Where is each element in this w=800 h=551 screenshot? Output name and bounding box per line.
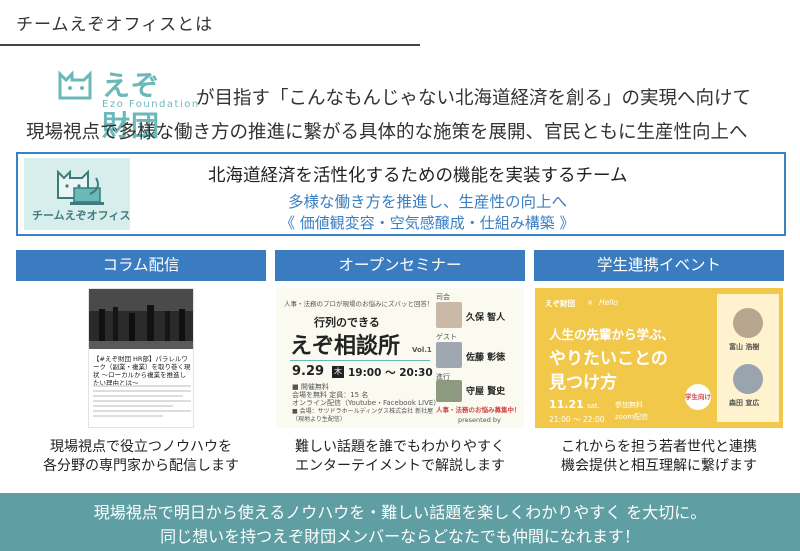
flyer-weekday: 木: [332, 366, 344, 378]
team-summary-box: チームえぞオフィス 北海道経済を活性化するための機能を実装するチーム 多様な働き…: [16, 152, 786, 236]
crowd-photo: [89, 289, 193, 349]
footer-banner: 現場視点で明日から使えるノウハウを・難しい話題を楽しくわかりやすく を大切に。 …: [0, 493, 800, 551]
seminar-flyer: 人事・法務のプロが現場のお悩みにズバッと回答！ 行列のできる えぞ相談所 Vol…: [276, 288, 524, 428]
flyer-fee: 参加無料: [615, 401, 643, 409]
flyer-brand: えぞ財団: [545, 299, 575, 308]
student-badge: 学生向け: [685, 384, 711, 410]
student-event-description: これからを担う若者世代と連携 機会提供と相互理解に繋げます: [534, 438, 784, 476]
team-title: 北海道経済を活性化するための機能を実装するチーム: [208, 166, 628, 186]
description-line-2: 機会提供と相互理解に繋げます: [561, 458, 757, 474]
speaker-name: 久保 智人: [466, 313, 506, 323]
column-description: 現場視点で役立つノウハウを 各分野の専門家から配信します: [16, 438, 266, 476]
flyer-date: 11.21: [549, 398, 584, 411]
cat-logo-icon: [58, 70, 92, 100]
flyer-line-2: やりたいことの: [549, 349, 668, 369]
intro-line-1: が目指す「こんなもんじゃない北海道経済を創る」の実現へ向けて: [196, 88, 752, 109]
text-line: [93, 385, 191, 387]
slide: チームえぞオフィスとは えぞ財団 Ezo Foundation が目指す「こんな…: [0, 0, 800, 493]
flyer-venue: zoom配信: [615, 413, 649, 421]
description-line-1: これからを担う若者世代と連携: [561, 439, 757, 455]
flyer-line-3: 見つけ方: [549, 373, 617, 393]
text-line: [93, 395, 183, 397]
flyer-separator: ×: [587, 298, 594, 307]
column-heading-student-event: 学生連携イベント: [534, 250, 784, 281]
column-heading-seminar: オープンセミナー: [275, 250, 525, 281]
column-article-image: 【#えぞ財団 HR部】パラレルワーク（副業・複業）を取り巻く現状 〜ローカルから…: [88, 288, 194, 428]
column-heading-column: コラム配信: [16, 250, 266, 281]
title-underline: [0, 44, 420, 46]
flyer-detail: （現地より生配信）: [292, 416, 346, 423]
flyer-date: 9.29: [292, 364, 325, 379]
flyer-time: 19:00 〜 20:30: [348, 367, 433, 379]
flyer-title-big: えぞ相談所: [290, 334, 401, 359]
cat-laptop-icon: [57, 169, 104, 205]
speaker-role: ゲスト: [436, 333, 457, 341]
speaker-name: 守屋 賢史: [466, 387, 506, 397]
speaker-photo: [436, 302, 462, 328]
flyer-line-1: 人生の先輩から学ぶ、: [549, 327, 675, 342]
intro-line-2: 現場視点で多様な働き方の推進に繋がる具体的な施策を展開、官民ともに生産性向上へ: [26, 122, 748, 143]
text-line: [93, 405, 173, 407]
team-subtitle: 多様な働き方を推進し、生産性の向上へ: [288, 193, 568, 211]
description-line-2: エンターテイメントで解説します: [295, 458, 505, 474]
article-caption: 【#えぞ財団 HR部】パラレルワーク（副業・複業）を取り巻く現状 〜ローカルから…: [93, 355, 191, 387]
team-pillars: 《 価値観変容・空気感醸成・仕組み構築 》: [280, 214, 575, 232]
speaker-photo: [733, 308, 763, 338]
text-line: [93, 410, 191, 412]
footer-line-2: 同じ想いを持つえぞ財団メンバーならどなたでも仲間になれます！: [160, 527, 640, 546]
description-line-1: 難しい話題を誰でもわかりやすく: [295, 439, 505, 455]
text-line: [93, 400, 191, 402]
flyer-tagline: 人事・法務のプロが現場のお悩みにズバッと回答！: [284, 300, 434, 308]
speaker-photo: [436, 342, 462, 368]
page-title: チームえぞオフィスとは: [16, 15, 214, 35]
speaker-name: 富山 浩樹: [729, 343, 760, 351]
flyer-time: 21:00 〜 22:00: [549, 415, 605, 424]
footer-line-1: 現場視点で明日から使えるノウハウを・難しい話題を楽しくわかりやすく を大切に。: [93, 503, 707, 522]
flyer-divider: [290, 360, 430, 361]
team-logo: チームえぞオフィス: [24, 158, 130, 230]
text-line: [93, 415, 163, 417]
flyer-presented: presented by: [458, 416, 501, 424]
flyer-notice: 人事・法務のお悩み募集中！: [436, 406, 521, 414]
flyer-weekday: sat.: [587, 402, 600, 410]
flyer-partner: Hello: [599, 298, 619, 307]
logo-subtitle: Ezo Foundation: [102, 99, 200, 110]
speaker-role: 司会: [436, 293, 450, 301]
flyer-volume: Vol.1: [412, 346, 432, 354]
speaker-panel: 富山 浩樹 森田 宣広: [717, 294, 779, 422]
speaker-photo: [436, 380, 462, 402]
team-logo-label: チームえぞオフィス: [32, 209, 131, 222]
speaker-photo: [733, 364, 763, 394]
speaker-name: 森田 宣広: [729, 399, 760, 407]
speaker-name: 佐藤 彰徳: [466, 353, 506, 363]
description-line-2: 各分野の専門家から配信します: [43, 458, 239, 474]
seminar-description: 難しい話題を誰でもわかりやすく エンターテイメントで解説します: [275, 438, 525, 476]
text-line: [93, 390, 191, 392]
ezo-foundation-logo: えぞ財団 Ezo Foundation: [56, 68, 198, 142]
description-line-1: 現場視点で役立つノウハウを: [50, 439, 232, 455]
student-event-flyer: えぞ財団 × Hello 人生の先輩から学ぶ、 やりたいことの 見つけ方 11.…: [535, 288, 783, 428]
